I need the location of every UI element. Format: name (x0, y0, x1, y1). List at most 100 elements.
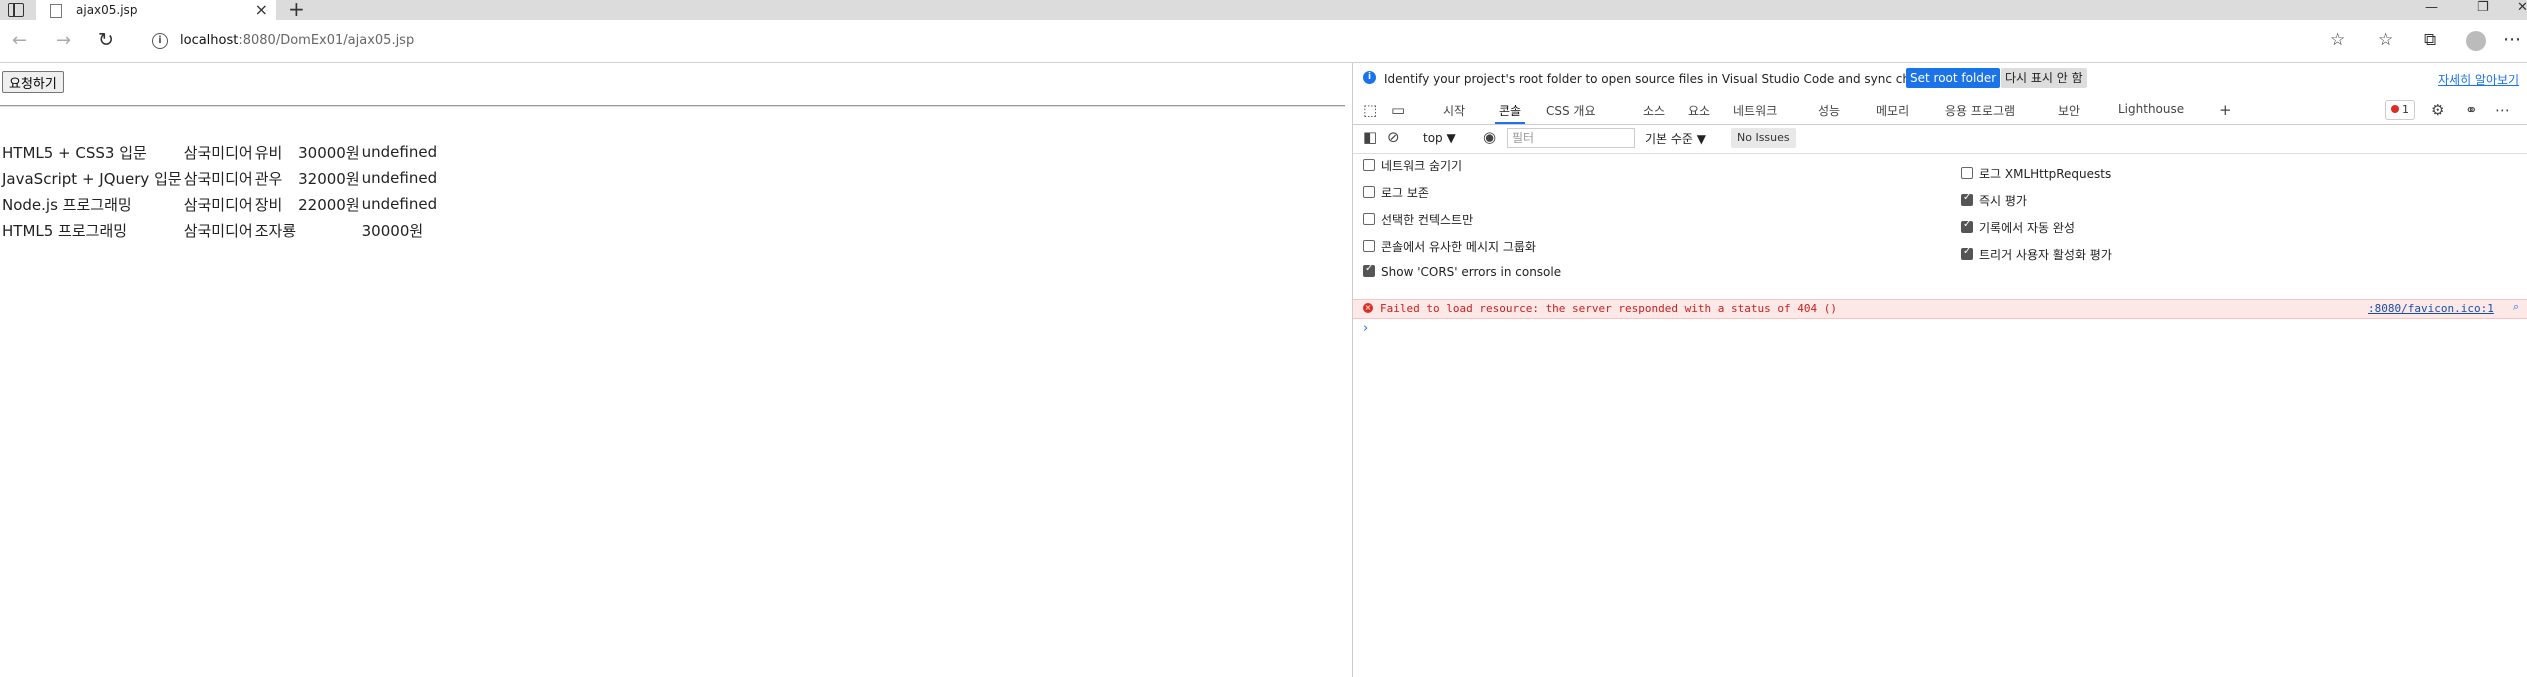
tab-css-overview[interactable]: CSS 개요 (1546, 102, 1596, 119)
console-prompt[interactable]: › (1363, 321, 1368, 336)
setting-label: 즉시 평가 (1979, 194, 2027, 208)
collections-icon[interactable]: ⧉ (2424, 30, 2436, 50)
checkbox-icon[interactable] (1363, 159, 1375, 171)
browser-tab[interactable]: ajax05.jsp × (36, 0, 276, 20)
checkbox-icon[interactable] (1363, 186, 1375, 198)
tab-security[interactable]: 보안 (2058, 102, 2080, 119)
url-path: :8080/DomEx01/ajax05.jsp (238, 33, 415, 48)
back-icon[interactable]: ← (12, 30, 27, 51)
setting-user-activation[interactable]: 트리거 사용자 활성화 평가 (1961, 246, 2112, 263)
tab-memory[interactable]: 메모리 (1876, 102, 1909, 119)
devtools-tabs: ⬚ ▭ 시작 콘솔 CSS 개요 소스 요소 네트워크 성능 메모리 응용 프로… (1353, 94, 2527, 125)
book-publisher: 삼국미디어 (183, 143, 253, 162)
devtools-more-icon[interactable]: ⋯ (2495, 101, 2510, 119)
tab-close-icon[interactable]: × (255, 0, 268, 19)
address-bar[interactable]: i localhost:8080/DomEx01/ajax05.jsp (136, 26, 2356, 56)
more-menu-icon[interactable]: ⋯ (2503, 29, 2521, 50)
minimize-icon[interactable]: — (2425, 0, 2438, 15)
setting-label: 네트워크 숨기기 (1381, 159, 1463, 173)
sidebar-toggle-icon[interactable] (8, 3, 24, 17)
inspect-icon[interactable]: ⬚ (1363, 101, 1377, 119)
setting-cors-errors[interactable]: Show 'CORS' errors in console (1363, 263, 1561, 279)
favorites-icon[interactable]: ☆ (2378, 30, 2393, 50)
error-source-link[interactable]: :8080/favicon.ico:1 (2368, 302, 2494, 315)
checkbox-icon[interactable] (1961, 192, 1973, 206)
settings-gear-icon[interactable]: ⚙ (2431, 101, 2444, 119)
tab-sources[interactable]: 소스 (1643, 102, 1665, 119)
search-icon[interactable]: ⌕ (2513, 300, 2519, 314)
maximize-icon[interactable]: ❐ (2477, 0, 2489, 15)
address-bar-row: ← → ↻ i localhost:8080/DomEx01/ajax05.js… (0, 20, 2527, 63)
reload-icon[interactable]: ↻ (98, 29, 114, 51)
setting-log-xhr[interactable]: 로그 XMLHttpRequests (1961, 165, 2111, 182)
setting-selected-context[interactable]: 선택한 컨텍스트만 (1363, 211, 1473, 228)
setting-label: 기록에서 자동 완성 (1979, 221, 2075, 235)
console-error-row: × Failed to load resource: the server re… (1353, 299, 2527, 319)
tab-strip: ajax05.jsp × + — ❐ ✕ (0, 0, 2527, 21)
table-row: HTML5 프로그래밍 삼국미디어 조자룡 30000원 (2, 217, 439, 243)
setting-label: 로그 XMLHttpRequests (1979, 167, 2112, 181)
checkbox-icon[interactable] (1961, 219, 1973, 233)
checkbox-icon[interactable] (1363, 240, 1375, 252)
request-button[interactable]: 요청하기 (2, 71, 64, 93)
new-tab-icon[interactable]: + (288, 0, 305, 21)
book-price: 22000원 (298, 195, 360, 214)
context-value: top (1423, 131, 1443, 145)
issues-button[interactable]: No Issues (1731, 128, 1796, 148)
checkbox-icon[interactable] (1363, 263, 1375, 277)
tab-title: ajax05.jsp (76, 3, 138, 17)
close-window-icon[interactable]: ✕ (2517, 0, 2527, 15)
favorite-star-icon[interactable]: ☆ (2330, 30, 2345, 50)
error-count: 1 (2402, 103, 2409, 116)
table-row: Node.js 프로그래밍 삼국미디어 장비 22000원 undefined (2, 191, 439, 217)
info-icon: i (1363, 71, 1376, 84)
book-title: HTML5 프로그래밍 (2, 221, 128, 240)
checkbox-icon[interactable] (1961, 167, 1973, 179)
error-count-badge[interactable]: 1 (2385, 100, 2415, 120)
error-dot-icon (2391, 105, 2399, 113)
clear-console-icon[interactable]: ⊘ (1387, 128, 1400, 146)
book-author: 유비 (254, 143, 283, 162)
tab-application[interactable]: 응용 프로그램 (1945, 102, 2015, 119)
device-toggle-icon[interactable]: ▭ (1391, 101, 1405, 119)
more-tabs-icon[interactable]: + (2219, 101, 2232, 119)
tab-lighthouse[interactable]: Lighthouse (2118, 102, 2184, 116)
tab-welcome[interactable]: 시작 (1443, 102, 1465, 119)
page-favicon-icon (50, 4, 62, 18)
tab-console[interactable]: 콘솔 (1494, 102, 1526, 124)
book-author: 장비 (254, 195, 283, 214)
checkbox-icon[interactable] (1363, 213, 1375, 225)
tab-performance[interactable]: 성능 (1818, 102, 1840, 119)
setting-group-similar[interactable]: 콘솔에서 유사한 메시지 그룹화 (1363, 238, 1536, 255)
checkbox-icon[interactable] (1961, 246, 1973, 260)
tab-elements[interactable]: 요소 (1688, 102, 1710, 119)
sidebar-icon[interactable]: ◧ (1363, 128, 1377, 146)
context-selector[interactable]: top ▼ (1423, 129, 1456, 147)
error-message: Failed to load resource: the server resp… (1380, 302, 1837, 315)
book-price: 30000원 (298, 143, 360, 162)
url-text[interactable]: localhost:8080/DomEx01/ajax05.jsp (180, 33, 414, 48)
book-extra: undefined (361, 143, 438, 161)
devtools-panel: i Identify your project's root folder to… (1352, 63, 2527, 677)
book-title: JavaScript + JQuery 입문 (2, 169, 182, 188)
page-content: 요청하기 HTML5 + CSS3 입문 삼국미디어 유비 30000원 und… (0, 63, 1351, 677)
forward-icon[interactable]: → (56, 30, 71, 51)
site-info-icon[interactable]: i (152, 33, 168, 49)
book-title: Node.js 프로그래밍 (2, 195, 132, 214)
tab-network[interactable]: 네트워크 (1733, 102, 1777, 119)
setting-label: 트리거 사용자 활성화 평가 (1979, 248, 2112, 262)
learn-more-link[interactable]: 자세히 알아보기 (2438, 71, 2519, 88)
dock-icon[interactable]: ⚭ (2465, 101, 2478, 119)
book-extra: undefined (361, 169, 438, 187)
set-root-folder-button[interactable]: Set root folder (1906, 68, 2001, 88)
setting-autocomplete[interactable]: 기록에서 자동 완성 (1961, 219, 2075, 236)
book-publisher: 삼국미디어 (183, 195, 253, 214)
filter-input[interactable]: 필터 (1507, 128, 1635, 148)
dont-show-again-button[interactable]: 다시 표시 안 함 (2001, 68, 2087, 88)
live-expression-eye-icon[interactable]: ◉ (1483, 128, 1496, 146)
setting-hide-network[interactable]: 네트워크 숨기기 (1363, 157, 1462, 174)
profile-avatar[interactable] (2466, 31, 2486, 51)
setting-preserve-log[interactable]: 로그 보존 (1363, 184, 1429, 201)
setting-eager-eval[interactable]: 즉시 평가 (1961, 192, 2027, 209)
log-levels-dropdown[interactable]: 기본 수준 ▼ (1645, 130, 1706, 147)
